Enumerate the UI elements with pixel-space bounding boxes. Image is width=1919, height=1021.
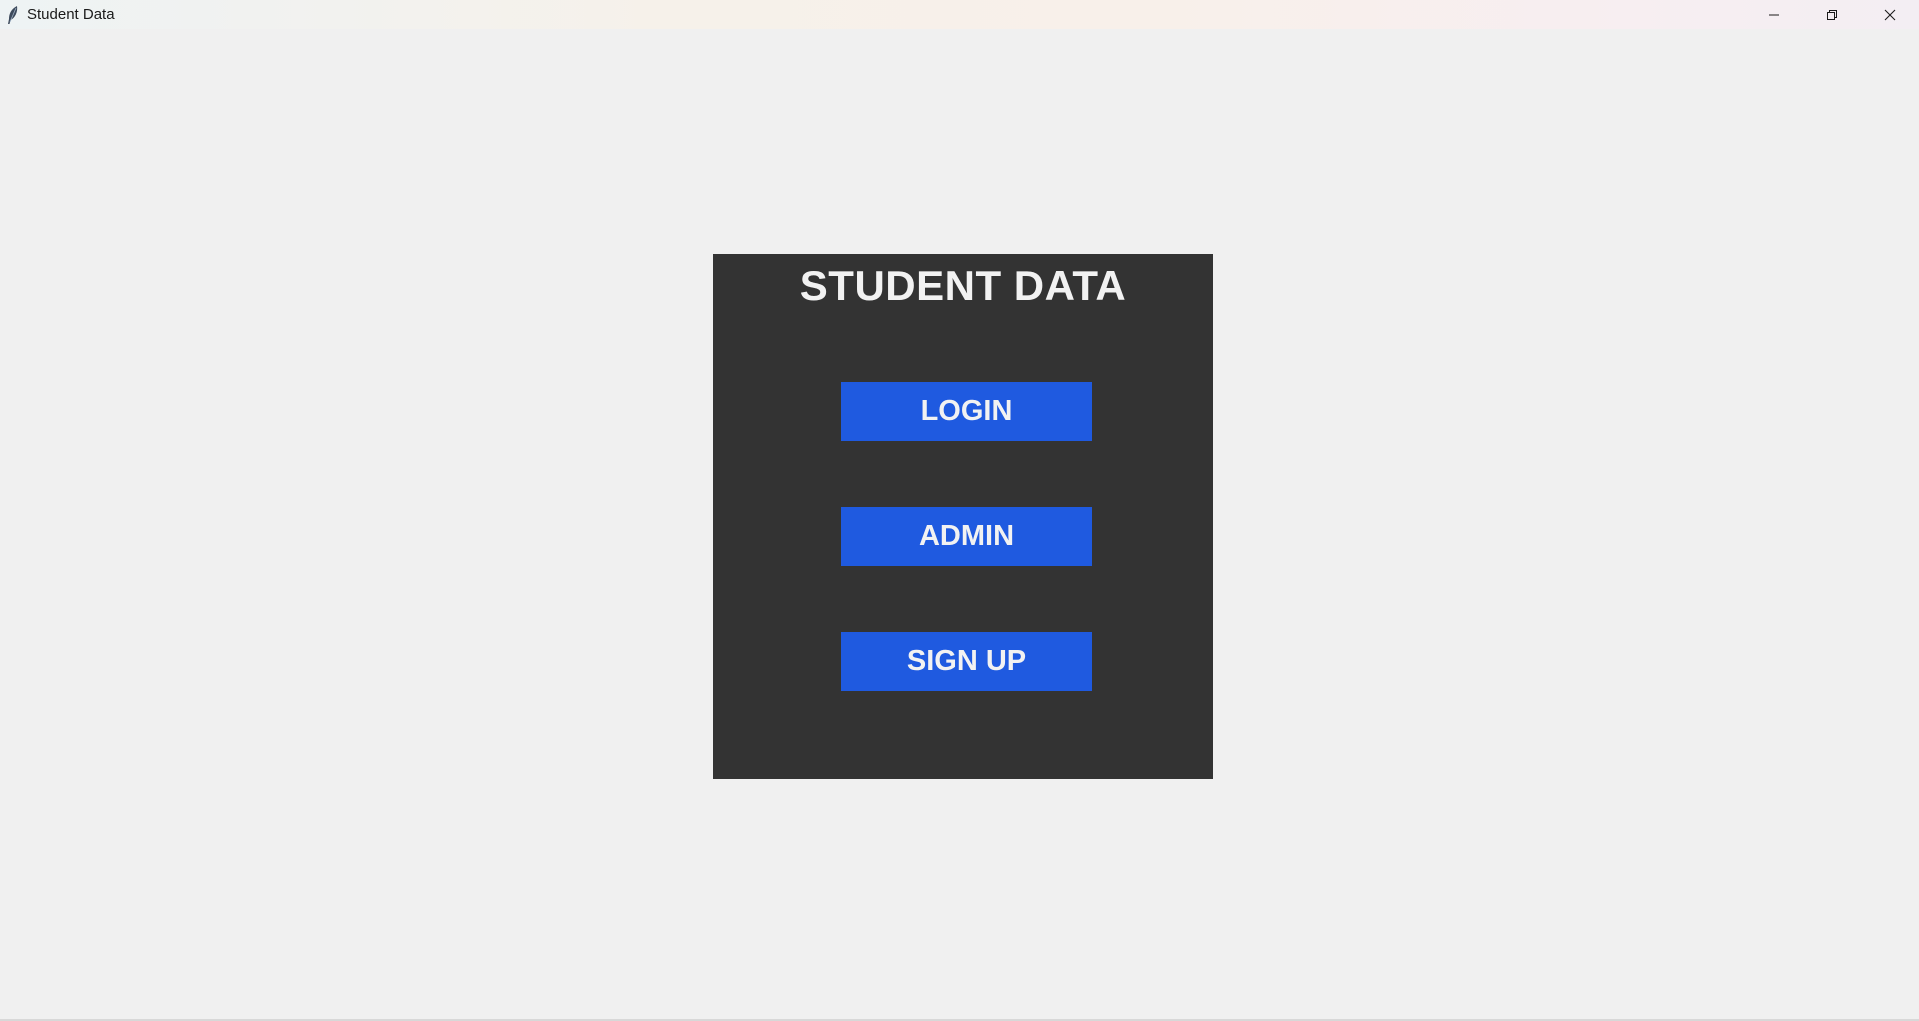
window-title: Student Data (27, 6, 115, 23)
restore-icon (1827, 9, 1837, 20)
restore-button[interactable] (1803, 0, 1861, 29)
close-icon (1884, 9, 1896, 20)
login-button[interactable]: LOGIN (841, 382, 1092, 441)
minimize-button[interactable] (1745, 0, 1803, 29)
main-panel: STUDENT DATA LOGIN ADMIN SIGN UP (713, 254, 1213, 779)
minimize-icon (1769, 14, 1779, 15)
feather-icon (0, 0, 26, 29)
admin-button[interactable]: ADMIN (841, 507, 1092, 566)
window-controls (1745, 0, 1919, 29)
sign-up-button[interactable]: SIGN UP (841, 632, 1092, 691)
page-title: STUDENT DATA (799, 262, 1127, 309)
close-button[interactable] (1861, 0, 1919, 29)
title-bar: Student Data (0, 0, 1919, 29)
